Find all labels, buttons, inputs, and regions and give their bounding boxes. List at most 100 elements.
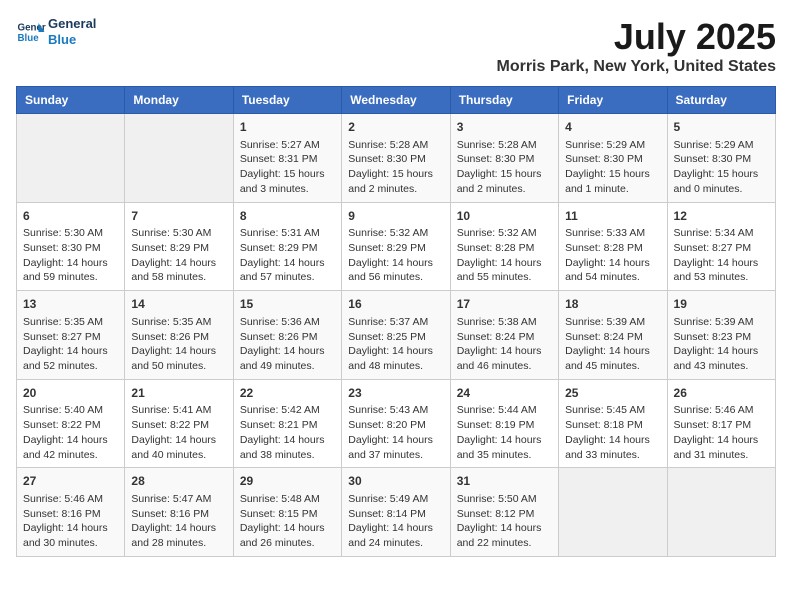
calendar-table: SundayMondayTuesdayWednesdayThursdayFrid… xyxy=(16,86,776,557)
calendar-cell xyxy=(559,468,667,557)
calendar-cell: 9Sunrise: 5:32 AM Sunset: 8:29 PM Daylig… xyxy=(342,202,450,291)
day-info: Sunrise: 5:41 AM Sunset: 8:22 PM Dayligh… xyxy=(131,403,226,462)
calendar-cell: 8Sunrise: 5:31 AM Sunset: 8:29 PM Daylig… xyxy=(233,202,341,291)
logo-text-blue: Blue xyxy=(48,32,96,48)
day-info: Sunrise: 5:31 AM Sunset: 8:29 PM Dayligh… xyxy=(240,226,335,285)
calendar-cell: 2Sunrise: 5:28 AM Sunset: 8:30 PM Daylig… xyxy=(342,114,450,203)
day-info: Sunrise: 5:42 AM Sunset: 8:21 PM Dayligh… xyxy=(240,403,335,462)
weekday-header-saturday: Saturday xyxy=(667,87,775,114)
day-info: Sunrise: 5:36 AM Sunset: 8:26 PM Dayligh… xyxy=(240,315,335,374)
calendar-cell: 24Sunrise: 5:44 AM Sunset: 8:19 PM Dayli… xyxy=(450,379,558,468)
day-info: Sunrise: 5:38 AM Sunset: 8:24 PM Dayligh… xyxy=(457,315,552,374)
day-number: 21 xyxy=(131,385,226,402)
day-info: Sunrise: 5:43 AM Sunset: 8:20 PM Dayligh… xyxy=(348,403,443,462)
day-number: 10 xyxy=(457,208,552,225)
day-number: 13 xyxy=(23,296,118,313)
day-number: 9 xyxy=(348,208,443,225)
week-row-4: 20Sunrise: 5:40 AM Sunset: 8:22 PM Dayli… xyxy=(17,379,776,468)
day-info: Sunrise: 5:48 AM Sunset: 8:15 PM Dayligh… xyxy=(240,492,335,551)
calendar-cell: 14 Sunrise: 5:35 AM Sunset: 8:26 PM Dayli… xyxy=(125,291,233,380)
title-area: July 2025 Morris Park, New York, United … xyxy=(497,16,777,76)
day-info: Sunrise: 5:35 AM Sunset: 8:26 PM Dayligh… xyxy=(131,315,226,374)
day-number: 30 xyxy=(348,473,443,490)
calendar-cell: 25Sunrise: 5:45 AM Sunset: 8:18 PM Dayli… xyxy=(559,379,667,468)
day-number: 23 xyxy=(348,385,443,402)
day-info: Sunrise: 5:49 AM Sunset: 8:14 PM Dayligh… xyxy=(348,492,443,551)
day-number: 4 xyxy=(565,119,660,136)
day-info: Sunrise: 5:28 AM Sunset: 8:30 PM Dayligh… xyxy=(457,138,552,197)
week-row-3: 13 Sunrise: 5:35 AM Sunset: 8:27 PM Dayli… xyxy=(17,291,776,380)
calendar-header: SundayMondayTuesdayWednesdayThursdayFrid… xyxy=(17,87,776,114)
calendar-cell: 15 Sunrise: 5:36 AM Sunset: 8:26 PM Dayli… xyxy=(233,291,341,380)
calendar-cell: 4 Sunrise: 5:29 AM Sunset: 8:30 PM Daylig… xyxy=(559,114,667,203)
calendar-cell: 3 Sunrise: 5:28 AM Sunset: 8:30 PM Daylig… xyxy=(450,114,558,203)
weekday-header-thursday: Thursday xyxy=(450,87,558,114)
weekday-header-friday: Friday xyxy=(559,87,667,114)
logo: General Blue General Blue xyxy=(16,16,96,47)
calendar-cell: 1 Sunrise: 5:27 AM Sunset: 8:31 PM Daylig… xyxy=(233,114,341,203)
calendar-cell: 27 Sunrise: 5:46 AM Sunset: 8:16 PM Dayli… xyxy=(17,468,125,557)
calendar-cell xyxy=(17,114,125,203)
day-number: 6 xyxy=(23,208,118,225)
week-row-1: 1 Sunrise: 5:27 AM Sunset: 8:31 PM Daylig… xyxy=(17,114,776,203)
day-number: 29 xyxy=(240,473,335,490)
weekday-header-monday: Monday xyxy=(125,87,233,114)
day-number: 15 xyxy=(240,296,335,313)
day-number: 2 xyxy=(348,119,443,136)
logo-icon: General Blue xyxy=(16,17,46,47)
calendar-cell: 10Sunrise: 5:32 AM Sunset: 8:28 PM Dayli… xyxy=(450,202,558,291)
calendar-cell: 12Sunrise: 5:34 AM Sunset: 8:27 PM Dayli… xyxy=(667,202,775,291)
calendar-cell: 13 Sunrise: 5:35 AM Sunset: 8:27 PM Dayli… xyxy=(17,291,125,380)
day-info: Sunrise: 5:50 AM Sunset: 8:12 PM Dayligh… xyxy=(457,492,552,551)
calendar-cell: 21Sunrise: 5:41 AM Sunset: 8:22 PM Dayli… xyxy=(125,379,233,468)
weekday-header-sunday: Sunday xyxy=(17,87,125,114)
day-number: 3 xyxy=(457,119,552,136)
calendar-cell: 6Sunrise: 5:30 AM Sunset: 8:30 PM Daylig… xyxy=(17,202,125,291)
calendar-cell xyxy=(667,468,775,557)
calendar-cell: 17 Sunrise: 5:38 AM Sunset: 8:24 PM Dayli… xyxy=(450,291,558,380)
day-info: Sunrise: 5:37 AM Sunset: 8:25 PM Dayligh… xyxy=(348,315,443,374)
calendar-cell: 28Sunrise: 5:47 AM Sunset: 8:16 PM Dayli… xyxy=(125,468,233,557)
calendar-cell xyxy=(125,114,233,203)
calendar-cell: 26Sunrise: 5:46 AM Sunset: 8:17 PM Dayli… xyxy=(667,379,775,468)
page-header: General Blue General Blue July 2025 Morr… xyxy=(16,16,776,76)
day-info: Sunrise: 5:30 AM Sunset: 8:29 PM Dayligh… xyxy=(131,226,226,285)
weekday-row: SundayMondayTuesdayWednesdayThursdayFrid… xyxy=(17,87,776,114)
week-row-2: 6Sunrise: 5:30 AM Sunset: 8:30 PM Daylig… xyxy=(17,202,776,291)
day-number: 14 xyxy=(131,296,226,313)
day-info: Sunrise: 5:46 AM Sunset: 8:17 PM Dayligh… xyxy=(674,403,769,462)
day-info: Sunrise: 5:33 AM Sunset: 8:28 PM Dayligh… xyxy=(565,226,660,285)
calendar-cell: 11Sunrise: 5:33 AM Sunset: 8:28 PM Dayli… xyxy=(559,202,667,291)
day-info: Sunrise: 5:46 AM Sunset: 8:16 PM Dayligh… xyxy=(23,492,118,551)
day-info: Sunrise: 5:32 AM Sunset: 8:29 PM Dayligh… xyxy=(348,226,443,285)
calendar-title: July 2025 xyxy=(497,16,777,58)
day-number: 27 xyxy=(23,473,118,490)
calendar-cell: 7Sunrise: 5:30 AM Sunset: 8:29 PM Daylig… xyxy=(125,202,233,291)
day-info: Sunrise: 5:29 AM Sunset: 8:30 PM Dayligh… xyxy=(565,138,660,197)
logo-text-general: General xyxy=(48,16,96,32)
calendar-cell: 23Sunrise: 5:43 AM Sunset: 8:20 PM Dayli… xyxy=(342,379,450,468)
calendar-cell: 29 Sunrise: 5:48 AM Sunset: 8:15 PM Dayli… xyxy=(233,468,341,557)
svg-text:Blue: Blue xyxy=(18,33,40,44)
day-number: 31 xyxy=(457,473,552,490)
calendar-cell: 30 Sunrise: 5:49 AM Sunset: 8:14 PM Dayli… xyxy=(342,468,450,557)
day-number: 8 xyxy=(240,208,335,225)
day-number: 19 xyxy=(674,296,769,313)
weekday-header-tuesday: Tuesday xyxy=(233,87,341,114)
day-number: 17 xyxy=(457,296,552,313)
day-info: Sunrise: 5:32 AM Sunset: 8:28 PM Dayligh… xyxy=(457,226,552,285)
day-info: Sunrise: 5:35 AM Sunset: 8:27 PM Dayligh… xyxy=(23,315,118,374)
day-number: 20 xyxy=(23,385,118,402)
calendar-cell: 31 Sunrise: 5:50 AM Sunset: 8:12 PM Dayli… xyxy=(450,468,558,557)
day-info: Sunrise: 5:29 AM Sunset: 8:30 PM Dayligh… xyxy=(674,138,769,197)
day-number: 18 xyxy=(565,296,660,313)
day-number: 1 xyxy=(240,119,335,136)
day-number: 22 xyxy=(240,385,335,402)
day-number: 24 xyxy=(457,385,552,402)
day-info: Sunrise: 5:27 AM Sunset: 8:31 PM Dayligh… xyxy=(240,138,335,197)
calendar-body: 1 Sunrise: 5:27 AM Sunset: 8:31 PM Daylig… xyxy=(17,114,776,557)
day-number: 25 xyxy=(565,385,660,402)
calendar-cell: 5Sunrise: 5:29 AM Sunset: 8:30 PM Daylig… xyxy=(667,114,775,203)
calendar-subtitle: Morris Park, New York, United States xyxy=(497,58,777,76)
day-number: 11 xyxy=(565,208,660,225)
